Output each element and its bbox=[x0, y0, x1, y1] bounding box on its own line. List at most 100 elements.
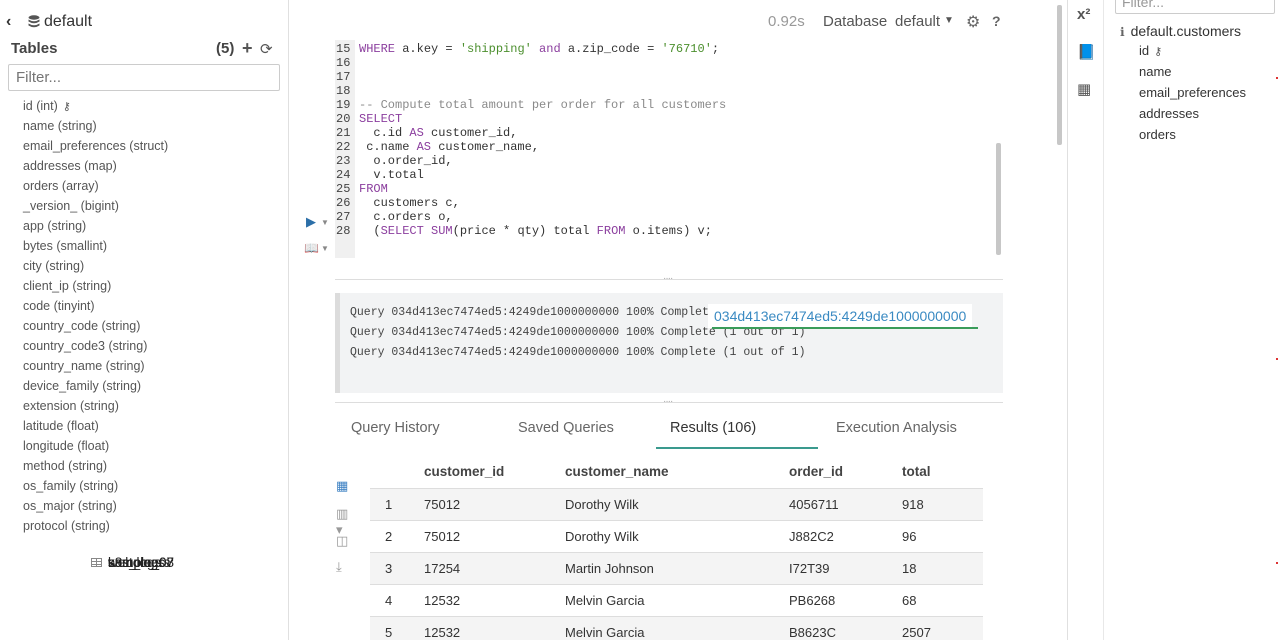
table-cell[interactable]: 2507 bbox=[902, 625, 982, 640]
gear-icon[interactable]: ⚙ bbox=[966, 12, 980, 32]
code-line[interactable]: 27 c.orders o, bbox=[335, 210, 995, 224]
editor-scrollbar[interactable] bbox=[996, 143, 1001, 255]
table-cell[interactable]: J882C2 bbox=[789, 529, 902, 544]
schema-column[interactable]: email_preferences bbox=[1139, 85, 1246, 100]
table-row[interactable]: 3 17254 Martin Johnson I72T39 18 bbox=[370, 552, 983, 584]
page-scrollbar[interactable] bbox=[1057, 5, 1062, 145]
code-line[interactable]: 22 c.name AS customer_name, bbox=[335, 140, 995, 154]
column-item[interactable]: id (int) ⚷ bbox=[0, 96, 288, 116]
table-row[interactable]: 1 75012 Dorothy Wilk 4056711 918 bbox=[370, 488, 983, 520]
code-line[interactable]: 24 v.total bbox=[335, 168, 995, 182]
column-item[interactable]: app (string) bbox=[0, 216, 288, 236]
code-line[interactable]: 17 bbox=[335, 70, 995, 84]
line-code[interactable]: o.order_id, bbox=[355, 154, 452, 168]
tab-item[interactable]: Query History bbox=[351, 420, 440, 436]
column-item[interactable]: latitude (float) bbox=[0, 416, 288, 436]
columns-icon[interactable]: ◫ bbox=[336, 533, 348, 549]
grip-icon[interactable]: ···· bbox=[663, 396, 673, 407]
database-name[interactable]: default bbox=[44, 13, 92, 31]
add-table-icon[interactable]: + bbox=[242, 38, 253, 59]
schema-filter-input[interactable]: Filter... bbox=[1115, 0, 1275, 14]
column-item[interactable]: client_ip (string) bbox=[0, 276, 288, 296]
column-item[interactable]: name (string) bbox=[0, 116, 288, 136]
code-line[interactable]: 19 -- Compute total amount per order for … bbox=[335, 98, 995, 112]
column-item[interactable]: extension (string) bbox=[0, 396, 288, 416]
schema-column[interactable]: name bbox=[1139, 64, 1172, 79]
editor-divider[interactable]: ···· bbox=[335, 273, 1003, 284]
table-cell[interactable]: 2 bbox=[370, 529, 416, 544]
table-cell[interactable]: 3 bbox=[370, 561, 416, 576]
table-item[interactable]: web_logs bbox=[80, 551, 288, 574]
line-code[interactable]: c.orders o, bbox=[355, 210, 452, 224]
table-name[interactable]: web_logs bbox=[108, 555, 165, 570]
log-divider[interactable]: ···· bbox=[335, 396, 1003, 407]
back-chevron-icon[interactable]: ‹ bbox=[6, 13, 20, 31]
line-code[interactable]: SELECT bbox=[355, 112, 402, 126]
tab-item[interactable]: Execution Analysis bbox=[836, 420, 957, 436]
table-cell[interactable]: 12532 bbox=[416, 593, 565, 608]
table-cell[interactable]: 75012 bbox=[416, 529, 565, 544]
table-cell[interactable]: PB6268 bbox=[789, 593, 902, 608]
column-header[interactable]: customer_name bbox=[565, 464, 789, 479]
tables-filter-input[interactable] bbox=[8, 64, 280, 91]
code-line[interactable]: 28 (SELECT SUM(price * qty) total FROM o… bbox=[335, 224, 995, 238]
column-item[interactable]: orders (array) bbox=[0, 176, 288, 196]
line-code[interactable]: c.id AS customer_id, bbox=[355, 126, 517, 140]
column-header[interactable]: total bbox=[902, 464, 982, 479]
table-cell[interactable]: 68 bbox=[902, 593, 982, 608]
column-item[interactable]: device_family (string) bbox=[0, 376, 288, 396]
column-item[interactable]: code (tinyint) bbox=[0, 296, 288, 316]
download-icon[interactable]: ⤓ bbox=[336, 559, 342, 575]
help-icon[interactable]: ? bbox=[992, 13, 1001, 29]
table-cell[interactable]: 5 bbox=[370, 625, 416, 640]
column-item[interactable]: protocol (string) bbox=[0, 516, 288, 536]
column-item[interactable]: longitude (float) bbox=[0, 436, 288, 456]
code-line[interactable]: 26 customers c, bbox=[335, 196, 995, 210]
column-item[interactable]: method (string) bbox=[0, 456, 288, 476]
column-item[interactable]: country_name (string) bbox=[0, 356, 288, 376]
table-cell[interactable]: 18 bbox=[902, 561, 982, 576]
functions-icon[interactable]: x² bbox=[1077, 6, 1090, 23]
code-line[interactable]: 15 WHERE a.key = 'shipping' and a.zip_cod… bbox=[335, 42, 995, 56]
column-header[interactable]: order_id bbox=[789, 464, 902, 479]
column-item[interactable]: os_family (string) bbox=[0, 476, 288, 496]
column-header[interactable]: customer_id bbox=[416, 464, 565, 479]
table-cell[interactable]: B8623C bbox=[789, 625, 902, 640]
schema-column[interactable]: orders bbox=[1139, 127, 1176, 142]
grip-icon[interactable]: ···· bbox=[663, 273, 673, 284]
play-icon[interactable]: ▶ bbox=[306, 214, 316, 230]
table-cell[interactable]: I72T39 bbox=[789, 561, 902, 576]
table-row[interactable]: 2 75012 Dorothy Wilk J882C2 96 bbox=[370, 520, 983, 552]
column-item[interactable]: city (string) bbox=[0, 256, 288, 276]
database-header[interactable]: ‹ default bbox=[6, 11, 92, 33]
calendar-icon[interactable]: ▦ bbox=[1077, 80, 1091, 98]
schema-column[interactable]: id ⚷ bbox=[1139, 43, 1162, 58]
book-open-icon[interactable]: 📖 bbox=[304, 241, 319, 255]
table-cell[interactable]: 12532 bbox=[416, 625, 565, 640]
column-item[interactable]: os_major (string) bbox=[0, 496, 288, 516]
code-line[interactable]: 18 bbox=[335, 84, 995, 98]
line-code[interactable]: WHERE a.key = 'shipping' and a.zip_code … bbox=[355, 42, 719, 56]
column-item[interactable]: country_code (string) bbox=[0, 316, 288, 336]
table-cell[interactable]: 4 bbox=[370, 593, 416, 608]
line-code[interactable]: -- Compute total amount per order for al… bbox=[355, 98, 726, 112]
line-code[interactable]: v.total bbox=[355, 168, 423, 182]
column-item[interactable]: addresses (map) bbox=[0, 156, 288, 176]
table-cell[interactable]: Melvin Garcia bbox=[565, 593, 789, 608]
table-cell[interactable]: Martin Johnson bbox=[565, 561, 789, 576]
tab-item[interactable]: Saved Queries bbox=[518, 420, 614, 436]
table-row[interactable]: 5 12532 Melvin Garcia B8623C 2507 bbox=[370, 616, 983, 640]
table-cell[interactable]: 1 bbox=[370, 497, 416, 512]
code-line[interactable]: 21 c.id AS customer_id, bbox=[335, 126, 995, 140]
code-line[interactable]: 20 SELECT bbox=[335, 112, 995, 126]
line-code[interactable]: customers c, bbox=[355, 196, 459, 210]
run-caret-icon[interactable]: ▼ bbox=[321, 218, 329, 227]
table-cell[interactable]: Melvin Garcia bbox=[565, 625, 789, 640]
column-item[interactable]: email_preferences (struct) bbox=[0, 136, 288, 156]
database-select[interactable]: default bbox=[895, 13, 940, 30]
table-cell[interactable]: Dorothy Wilk bbox=[565, 497, 789, 512]
book-caret-icon[interactable]: ▼ bbox=[321, 244, 329, 253]
table-row[interactable]: 4 12532 Melvin Garcia PB6268 68 bbox=[370, 584, 983, 616]
table-cell[interactable]: 918 bbox=[902, 497, 982, 512]
column-item[interactable]: country_code3 (string) bbox=[0, 336, 288, 356]
